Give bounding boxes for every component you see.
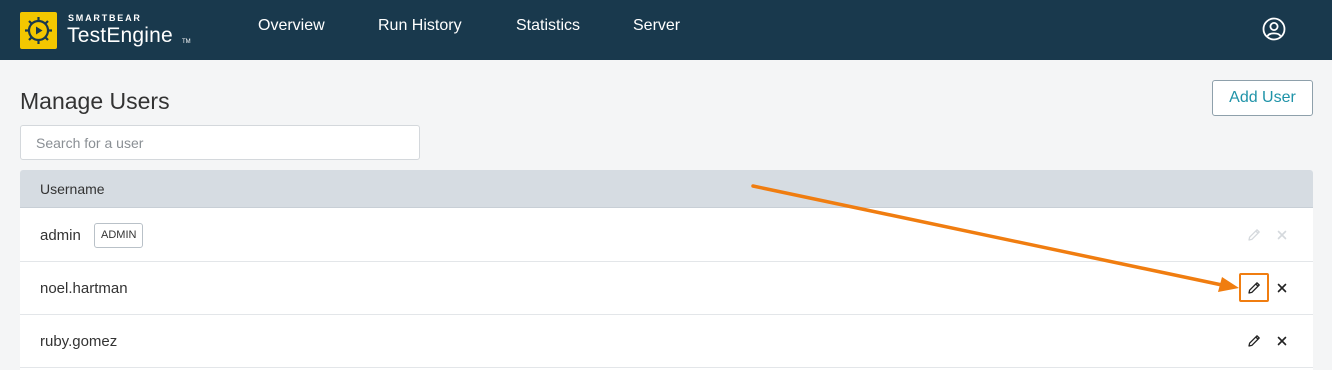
close-icon <box>1277 336 1287 346</box>
testengine-logo-icon[interactable] <box>20 12 57 49</box>
table-row: ruby.gomez <box>20 315 1313 368</box>
brand-trademark: TM <box>182 39 191 45</box>
nav-server[interactable]: Server <box>633 17 680 35</box>
top-navigation-bar: SMARTBEAR TestEngine TM Overview Run His… <box>0 0 1332 60</box>
brand-company: SMARTBEAR <box>68 13 142 23</box>
table-header: Username <box>20 170 1313 208</box>
pencil-icon <box>1248 335 1260 347</box>
delete-user-button <box>1271 224 1293 246</box>
pencil-icon <box>1248 229 1260 241</box>
users-table: Username admin ADMIN noel.hartman ruby.g… <box>20 170 1313 370</box>
nav-run-history[interactable]: Run History <box>378 17 462 35</box>
username-cell: noel.hartman <box>40 280 128 297</box>
username-cell: admin <box>40 227 81 244</box>
pencil-icon <box>1248 282 1260 294</box>
edit-user-button <box>1243 224 1265 246</box>
table-row: admin ADMIN <box>20 209 1313 262</box>
add-user-button[interactable]: Add User <box>1212 80 1313 116</box>
user-account-icon[interactable] <box>1262 17 1286 46</box>
column-header-username[interactable]: Username <box>40 181 105 197</box>
delete-user-button[interactable] <box>1271 277 1293 299</box>
edit-user-button[interactable] <box>1243 330 1265 352</box>
nav-overview[interactable]: Overview <box>258 17 325 35</box>
table-row: noel.hartman <box>20 262 1313 315</box>
brand-product-name: TestEngine <box>67 24 173 47</box>
username-cell: ruby.gomez <box>40 333 118 350</box>
edit-user-button[interactable] <box>1243 277 1265 299</box>
close-icon <box>1277 283 1287 293</box>
delete-user-button[interactable] <box>1271 330 1293 352</box>
admin-badge: ADMIN <box>94 223 144 248</box>
user-search-input[interactable] <box>20 125 420 160</box>
page-title: Manage Users <box>20 88 170 114</box>
close-icon <box>1277 230 1287 240</box>
nav-statistics[interactable]: Statistics <box>516 17 580 35</box>
